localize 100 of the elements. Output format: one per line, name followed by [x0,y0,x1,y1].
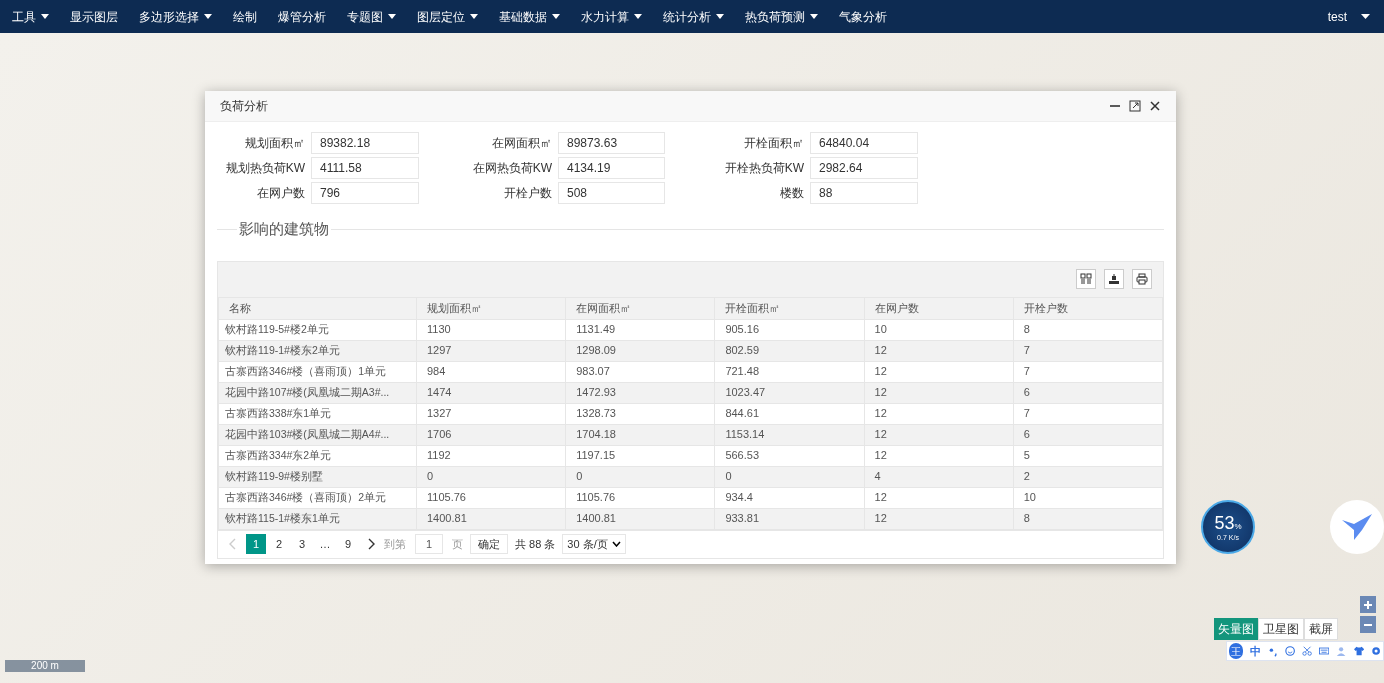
input-field[interactable]: 796 [311,182,419,204]
table-cell: 1153.14 [714,424,865,445]
table-cell: 984 [416,361,566,382]
menu-item[interactable]: 工具 [12,7,49,26]
shirt-icon[interactable] [1353,645,1364,657]
page-button[interactable]: 1 [246,534,266,554]
table-cell: 1400.81 [565,508,715,529]
page-button[interactable]: 9 [338,534,358,554]
field-label: 规划热负荷KW [224,160,305,177]
page-button[interactable]: 2 [269,534,289,554]
table-cell: 1023.47 [714,382,865,403]
user-menu[interactable]: test [1327,7,1370,26]
column-header: 规划面积㎡ [416,297,566,319]
input-field[interactable]: 89873.63 [558,132,665,154]
table-cell: 8 [1013,319,1163,340]
table-cell: 905.16 [714,319,865,340]
table-cell: 钦村路119-9#楼别墅 [218,466,417,487]
menu-item[interactable]: 专题图 [347,7,396,26]
table-cell: 1328.73 [565,403,715,424]
export-icon[interactable] [1104,269,1124,289]
table-cell: 934.4 [714,487,865,508]
zoom-out-button[interactable] [1360,616,1376,633]
plus-icon [1363,599,1373,610]
ime-mode[interactable]: 中 [1249,642,1261,660]
menu-item[interactable]: 显示图层 [70,7,118,26]
table-cell: 钦村路119-5#楼2单元 [218,319,417,340]
menu-item[interactable]: 爆管分析 [278,7,326,26]
table-cell: 12 [864,445,1014,466]
input-field[interactable]: 89382.18 [311,132,419,154]
column-header: 名称 [218,297,417,319]
input-field[interactable]: 2982.64 [810,157,918,179]
table-cell: 1192 [416,445,566,466]
speed-percent: 53 [1214,513,1235,532]
table-cell: 10 [1013,487,1163,508]
table-cell: 844.61 [714,403,865,424]
input-field[interactable]: 4111.58 [311,157,419,179]
table-cell: 2 [1013,466,1163,487]
table-cell: 钦村路119-1#楼东2单元 [218,340,417,361]
table-cell: 1297 [416,340,566,361]
table-cell: 12 [864,424,1014,445]
maximize-icon[interactable] [1129,100,1141,112]
table-cell: 12 [864,403,1014,424]
table-cell: 933.81 [714,508,865,529]
map-type-button[interactable]: 矢量图 [1214,618,1258,640]
total-count: 共 88 条 [515,536,556,552]
table-cell: 7 [1013,361,1163,382]
field-label: 楼数 [779,185,804,202]
menu-item[interactable]: 基础数据 [499,7,560,26]
table-cell: 802.59 [714,340,865,361]
table-cell: 12 [864,382,1014,403]
page-button[interactable]: 3 [292,534,312,554]
table-cell: 1105.76 [565,487,715,508]
menu-item[interactable]: 统计分析 [663,7,724,26]
map-type-button[interactable]: 卫星图 [1258,618,1304,640]
table-cell: 古寨西路346#楼（喜雨顶）2单元 [218,487,417,508]
table-cell: 0 [565,466,715,487]
input-field[interactable]: 64840.04 [810,132,918,154]
caret-icon [612,541,622,547]
scissors-icon[interactable] [1302,645,1313,657]
menu-item[interactable]: 热负荷预测 [745,7,818,26]
input-field[interactable]: 4134.19 [558,157,665,179]
menu-item[interactable]: 水力计算 [581,7,642,26]
map-type-button[interactable]: 截屏 [1304,618,1338,640]
column-header: 开栓户数 [1013,297,1163,319]
field-label: 在网面积㎡ [491,135,552,152]
menu-item[interactable]: 多边形选择 [139,7,212,26]
table-cell: 12 [864,340,1014,361]
input-field[interactable]: 508 [558,182,665,204]
field-label: 开栓户数 [503,185,552,202]
table-cell: 1400.81 [416,508,566,529]
keyboard-icon[interactable] [1319,645,1330,657]
table-cell: 6 [1013,382,1163,403]
ime-logo[interactable]: 王 [1229,643,1243,659]
field-label: 在网户数 [256,185,305,202]
table-cell: 古寨西路334#东2单元 [218,445,417,466]
input-field[interactable]: 88 [810,182,918,204]
table-cell: 1474 [416,382,566,403]
print-icon[interactable] [1132,269,1152,289]
table-cell: 钦村路115-1#楼东1单元 [218,508,417,529]
column-header: 在网户数 [864,297,1014,319]
emoji-icon[interactable] [1284,645,1295,657]
columns-icon[interactable] [1076,269,1096,289]
table-cell: 721.48 [714,361,865,382]
close-icon[interactable] [1149,100,1161,112]
page-size-select[interactable]: 30 条/页 [562,534,627,554]
confirm-button[interactable]: 确定 [470,534,508,554]
table-cell: 12 [864,508,1014,529]
menu-item[interactable]: 气象分析 [839,7,887,26]
menu-item[interactable]: 绘制 [233,7,257,26]
table-cell: 5 [1013,445,1163,466]
menu-item[interactable]: 图层定位 [417,7,478,26]
table-cell: 1327 [416,403,566,424]
page-input[interactable]: 1 [415,534,443,554]
field-label: 规划面积㎡ [244,135,305,152]
field-label: 开栓热负荷KW [723,160,804,177]
table-cell: 0 [416,466,566,487]
table-cell: 6 [1013,424,1163,445]
page-button[interactable]: … [315,534,335,554]
zoom-in-button[interactable] [1360,596,1376,613]
table-cell: 983.07 [565,361,715,382]
